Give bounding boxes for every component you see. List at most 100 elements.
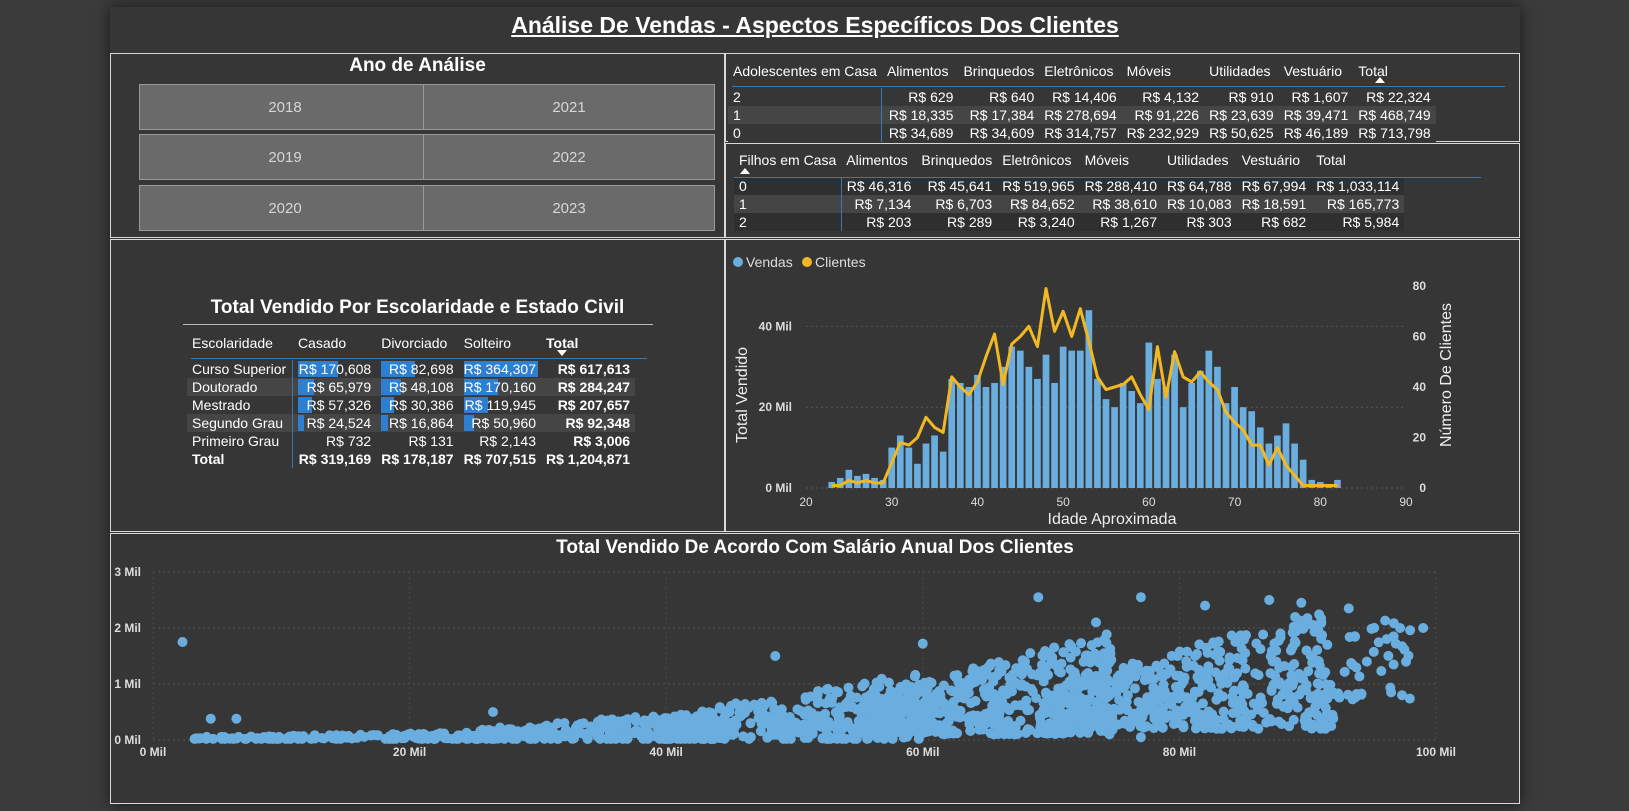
edu-row[interactable]: Mestrado R$ 57,326 R$ 30,386 R$ 119,945 R$ 2… [187, 396, 635, 414]
scatter-point [605, 733, 616, 744]
kids_table-row[interactable]: 2 R$ 203 R$ 289 R$ 3,240 R$ 1,267 R$ 303 R$ 68… [734, 213, 1405, 231]
scatter-point [917, 638, 928, 649]
kids-col-header[interactable]: Utilidades [1162, 143, 1237, 177]
teens_table-row[interactable]: 2 R$ 629 R$ 640 R$ 14,406 R$ 4,132 R$ 910 R$ 1… [728, 88, 1436, 106]
scatter-point [1236, 643, 1247, 654]
kids_table-cell: R$ 165,773 [1326, 196, 1400, 212]
scatter-point [1137, 712, 1148, 723]
sales-bar [1076, 350, 1084, 488]
scatter-point [1133, 697, 1144, 708]
edu-cell: R$ 170,608 [293, 360, 376, 378]
edu-col-header[interactable]: Divorciado [376, 326, 458, 360]
kids_table-cell: R$ 46,316 [846, 178, 912, 194]
year-button-2022[interactable]: 2022 [423, 134, 715, 180]
teens_table-cell: R$ 46,189 [1283, 125, 1349, 141]
year-button-2018[interactable]: 2018 [139, 84, 431, 130]
edu-row[interactable]: Doutorado R$ 65,979 R$ 48,108 R$ 170,160 R$ … [187, 378, 636, 396]
sort-descending-icon[interactable] [557, 350, 567, 356]
edu-cell: R$ 284,247 [541, 378, 635, 396]
scatter-point [904, 689, 915, 700]
scatter-point [389, 732, 400, 743]
scatter-point [1157, 709, 1168, 720]
sort-ascending-icon[interactable] [1375, 77, 1385, 83]
scatter-point [359, 731, 370, 742]
sort-ascending-icon[interactable] [740, 168, 750, 174]
y-tick-label: 40 Mil [759, 319, 792, 333]
scatter-point [840, 733, 851, 744]
edu-col-header[interactable]: Casado [293, 326, 376, 360]
kids_table-row[interactable]: 0 R$ 46,316 R$ 45,641 R$ 519,965 R$ 288,410 R… [734, 177, 1405, 195]
teens_table-row[interactable]: 1 R$ 18,335 R$ 17,384 R$ 278,694 R$ 91,226 R$… [728, 106, 1436, 124]
scatter-point [1369, 622, 1380, 633]
edu-cell-value: R$ 319,169 [298, 451, 372, 467]
kids-row-header[interactable]: Filhos em Casa [734, 143, 841, 177]
kids_table-cell: R$ 64,788 [1167, 178, 1232, 194]
scatter-point [1235, 703, 1246, 714]
sales-bar [931, 435, 938, 488]
scatter-point [641, 721, 652, 732]
kids-col-header[interactable]: Total [1311, 143, 1404, 177]
sales-bar [1256, 427, 1264, 488]
teens-col-header[interactable]: Eletrônicos [1039, 54, 1121, 88]
scatter-point [883, 691, 894, 702]
teens_table-row[interactable]: 0 R$ 34,689 R$ 34,609 R$ 314,757 R$ 232,929 R… [728, 124, 1436, 142]
teens-col-header[interactable]: Móveis [1122, 54, 1204, 88]
scatter-point [899, 727, 910, 738]
kids-col-header[interactable]: Brinquedos [916, 143, 997, 177]
teens-col-header[interactable]: Total [1353, 54, 1435, 88]
year-button-2019[interactable]: 2019 [139, 134, 431, 180]
scatter-point [1194, 639, 1205, 650]
edu-col-header[interactable]: Total [541, 326, 635, 360]
teens-row-header[interactable]: Adolescentes em Casa [728, 54, 882, 88]
edu-row-label: Total [187, 450, 294, 468]
kids_table-cell: R$ 18,591 [1241, 196, 1307, 212]
scatter-point [767, 697, 778, 708]
scatter-point [570, 722, 581, 733]
kids_table-row[interactable]: 1 R$ 7,134 R$ 6,703 R$ 84,652 R$ 38,610 R$ 10… [734, 195, 1405, 213]
scatter-point [439, 728, 450, 739]
kids_table-cell: R$ 682 [1261, 214, 1307, 230]
scatter-point [896, 716, 907, 727]
edu-row[interactable]: Curso Superior R$ 170,608 R$ 82,698 R$ 364,… [187, 360, 635, 378]
edu-row-header[interactable]: Escolaridade [187, 326, 293, 360]
kids-col-header[interactable]: Móveis [1080, 143, 1162, 177]
edu-row[interactable]: Primeiro Grau R$ 732 R$ 131 R$ 2,143 R$ 3,00… [187, 432, 635, 450]
year-button-2020[interactable]: 2020 [139, 185, 431, 231]
sales-bar [1274, 435, 1281, 488]
scatter-point [1404, 693, 1415, 704]
scatter-point [512, 726, 523, 737]
sales-bar [845, 469, 853, 488]
teens-col-header[interactable]: Utilidades [1204, 54, 1279, 88]
scatter-point [418, 729, 429, 740]
scatter-point [1180, 707, 1191, 718]
legend-label-vendas: Vendas [746, 254, 793, 270]
edu-col-header[interactable]: Solteiro [459, 326, 541, 360]
teens-col-header[interactable]: Alimentos [882, 54, 958, 88]
teens-col-header[interactable]: Brinquedos [958, 54, 1039, 88]
edu-total-row[interactable]: Total R$ 319,169 R$ 178,187 R$ 707,515 R$ 1,… [187, 450, 635, 468]
scatter-point [1178, 722, 1189, 733]
edu-cell-value: R$ 2,143 [479, 433, 537, 449]
year-button-2021[interactable]: 2021 [423, 84, 715, 130]
scatter-point [915, 708, 926, 719]
scatter-point [662, 733, 673, 744]
scatter-point [823, 719, 834, 730]
edu-row[interactable]: Segundo Grau R$ 24,524 R$ 16,864 R$ 50,960 R… [187, 414, 636, 432]
edu-cell: R$ 319,169 [293, 450, 376, 468]
scatter-point [251, 733, 262, 744]
teens_table-cell: R$ 22,324 [1366, 89, 1431, 105]
scatter-point [724, 707, 735, 718]
scatter-point [857, 681, 868, 692]
teens-col-header[interactable]: Vestuário [1279, 54, 1354, 88]
scatter-point [1062, 723, 1073, 734]
scatter-point [919, 687, 930, 698]
kids-col-header[interactable]: Eletrônicos [997, 143, 1079, 177]
kids-col-header[interactable]: Vestuário [1237, 143, 1312, 177]
scatter-point [599, 718, 610, 729]
year-button-2023[interactable]: 2023 [423, 185, 715, 231]
scatter-point [1418, 623, 1429, 633]
kids-col-header[interactable]: Alimentos [841, 143, 916, 177]
scatter-point [952, 670, 963, 681]
scatter-point [1237, 687, 1248, 698]
edu-data-bar [298, 415, 305, 431]
